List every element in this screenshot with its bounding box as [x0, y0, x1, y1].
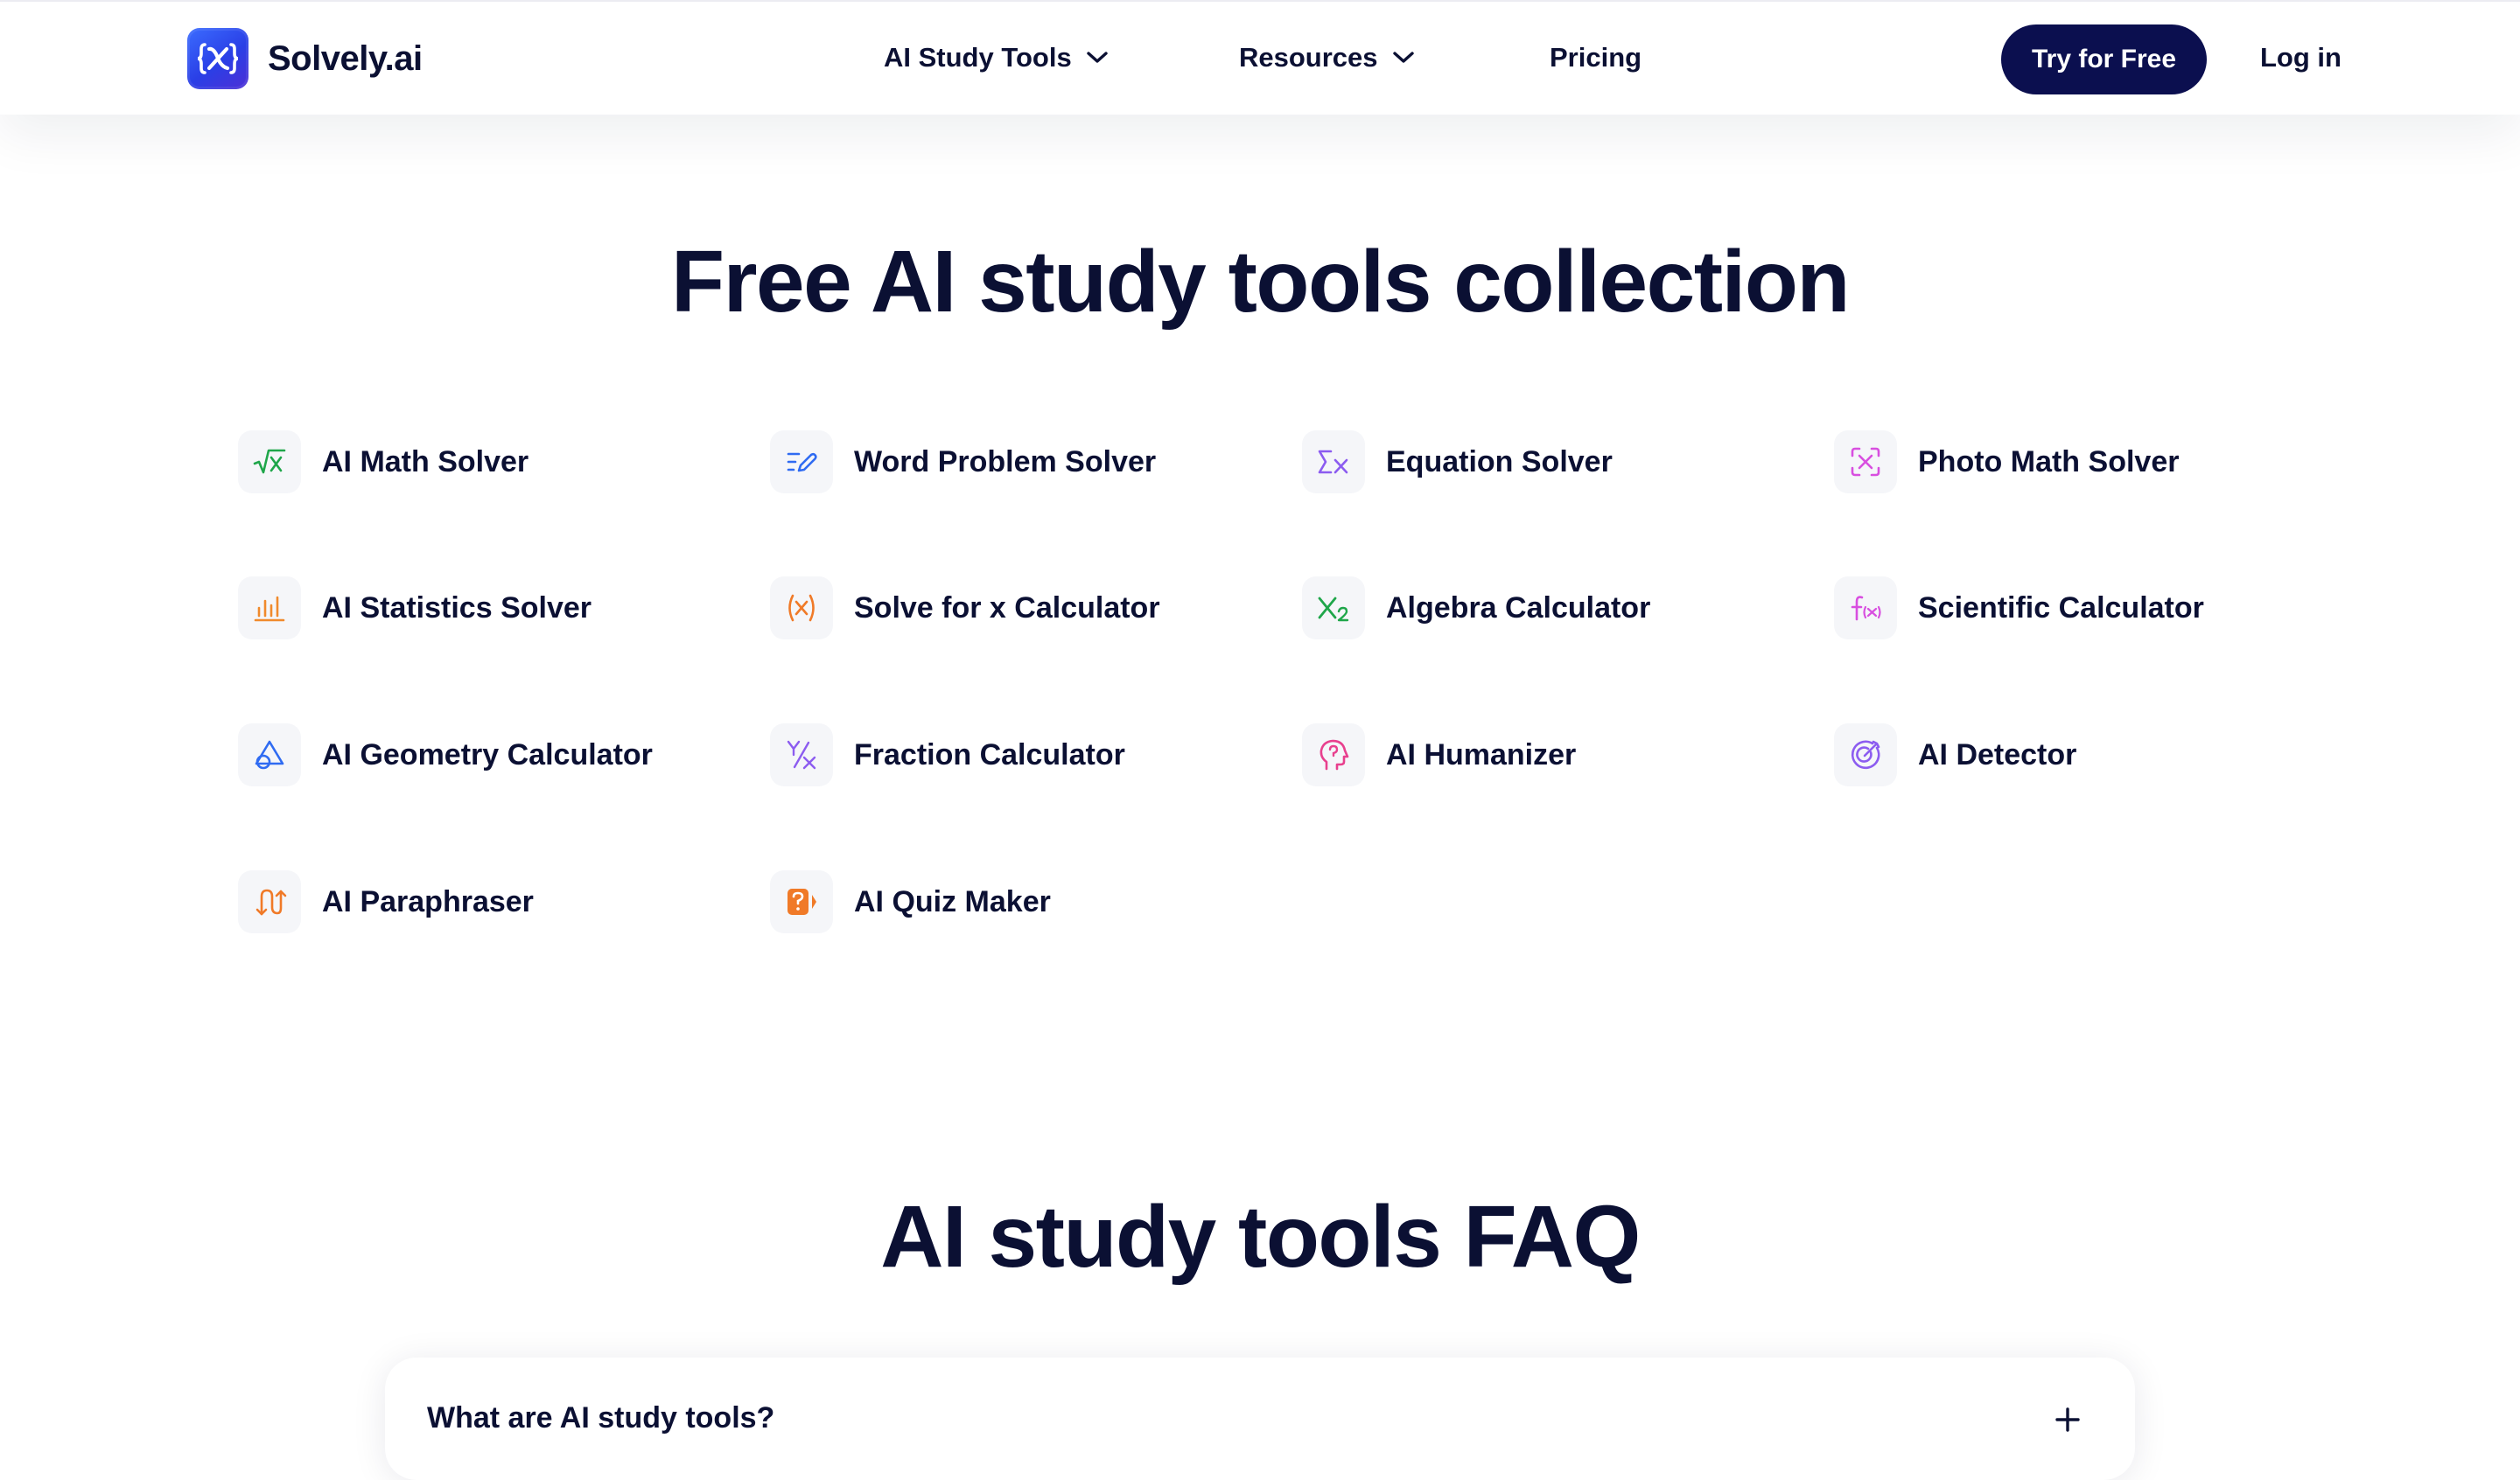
sigma-x-icon	[1302, 430, 1365, 493]
try-for-free-button[interactable]: Try for Free	[2001, 24, 2207, 94]
faq-section-title: AI study tools FAQ	[880, 1188, 1641, 1286]
tool-ai-statistics-solver[interactable]: AI Statistics Solver	[238, 576, 592, 640]
tool-photo-math-solver[interactable]: Photo Math Solver	[1834, 429, 2179, 494]
tool-label: Algebra Calculator	[1386, 590, 1651, 625]
target-detector-icon	[1834, 723, 1897, 786]
tool-equation-solver[interactable]: Equation Solver	[1302, 429, 1613, 494]
human-head-icon	[1302, 723, 1365, 786]
tool-scientific-calculator[interactable]: Scientific Calculator	[1834, 576, 2204, 640]
tool-solve-for-x-calculator[interactable]: Solve for x Calculator	[770, 576, 1160, 640]
nav-resources-label: Resources	[1239, 42, 1378, 73]
tool-ai-humanizer[interactable]: AI Humanizer	[1302, 723, 1576, 787]
paraphrase-arrows-icon	[238, 870, 301, 933]
nav-pricing[interactable]: Pricing	[1550, 33, 1642, 82]
tool-word-problem-solver[interactable]: Word Problem Solver	[770, 429, 1156, 494]
solvely-logo-icon	[187, 28, 248, 89]
nav-ai-study-tools-label: AI Study Tools	[884, 42, 1072, 73]
tool-ai-detector[interactable]: AI Detector	[1834, 723, 2076, 787]
nav-ai-study-tools[interactable]: AI Study Tools	[884, 33, 1109, 82]
tool-label: AI Paraphraser	[322, 884, 534, 918]
paren-x-icon	[770, 576, 833, 639]
tool-label: Equation Solver	[1386, 444, 1613, 478]
brand-name: Solvely.ai	[268, 38, 423, 78]
chevron-down-icon	[1392, 51, 1415, 65]
tool-ai-geometry-calculator[interactable]: AI Geometry Calculator	[238, 723, 653, 787]
quiz-question-icon	[770, 870, 833, 933]
tool-label: AI Math Solver	[322, 444, 529, 478]
tool-label: Photo Math Solver	[1918, 444, 2180, 478]
sqrt-x-icon	[238, 430, 301, 493]
faq-question: What are AI study tools?	[427, 1401, 775, 1435]
site-header: Solvely.ai AI Study Tools Resources Pric…	[0, 0, 2520, 115]
tool-label: AI Detector	[1918, 737, 2077, 771]
tool-label: AI Statistics Solver	[322, 590, 592, 625]
faq-item[interactable]: What are AI study tools?	[385, 1358, 2135, 1480]
tool-ai-quiz-maker[interactable]: AI Quiz Maker	[770, 869, 1051, 934]
tool-label: Word Problem Solver	[854, 444, 1157, 478]
x-subscript-icon	[1302, 576, 1365, 639]
pencil-list-icon	[770, 430, 833, 493]
function-fx-icon	[1834, 576, 1897, 639]
plus-icon[interactable]	[2054, 1407, 2081, 1433]
tool-ai-math-solver[interactable]: AI Math Solver	[238, 429, 528, 494]
scan-x-icon	[1834, 430, 1897, 493]
brand-logo-link[interactable]: Solvely.ai	[187, 28, 423, 89]
chevron-down-icon	[1086, 51, 1109, 65]
tool-label: Solve for x Calculator	[854, 590, 1160, 625]
tool-label: AI Humanizer	[1386, 737, 1577, 771]
nav-resources[interactable]: Resources	[1239, 33, 1415, 82]
tool-algebra-calculator[interactable]: Algebra Calculator	[1302, 576, 1650, 640]
fraction-icon	[770, 723, 833, 786]
tool-fraction-calculator[interactable]: Fraction Calculator	[770, 723, 1125, 787]
tool-label: AI Quiz Maker	[854, 884, 1051, 918]
nav-pricing-label: Pricing	[1550, 42, 1642, 73]
login-link[interactable]: Log in	[2260, 33, 2342, 82]
bar-chart-icon	[238, 576, 301, 639]
tool-label: AI Geometry Calculator	[322, 737, 653, 771]
tool-ai-paraphraser[interactable]: AI Paraphraser	[238, 869, 534, 934]
tool-label: Fraction Calculator	[854, 737, 1125, 771]
geometry-shapes-icon	[238, 723, 301, 786]
tool-label: Scientific Calculator	[1918, 590, 2204, 625]
tools-grid: AI Math Solver Word Problem Solver Equat…	[0, 0, 2520, 1050]
